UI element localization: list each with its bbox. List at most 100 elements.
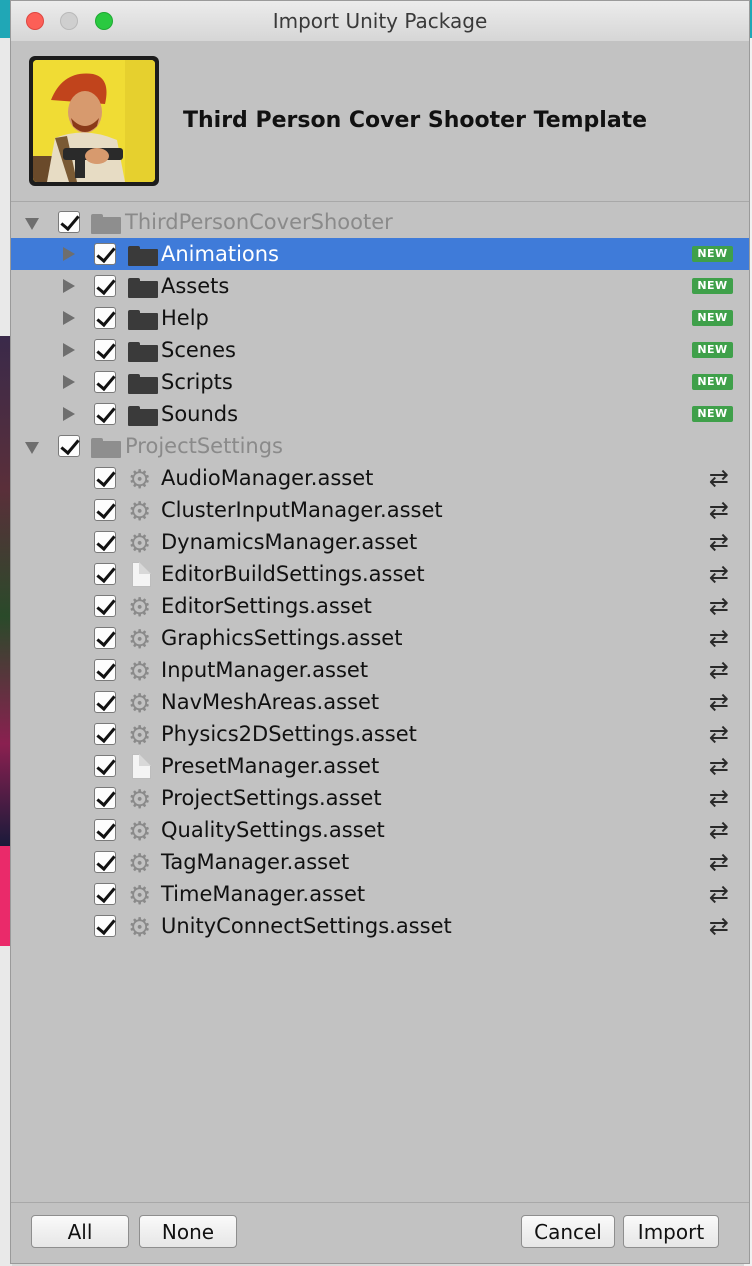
tree-item-unityconnectsettings[interactable]: ⚙ UnityConnectSettings.asset ⇄: [11, 910, 749, 942]
item-label: InputManager.asset: [161, 658, 369, 682]
tree-item-scripts[interactable]: Scripts NEW: [11, 366, 749, 398]
item-checkbox[interactable]: [94, 371, 116, 393]
tree-item-timemanager[interactable]: ⚙ TimeManager.asset ⇄: [11, 878, 749, 910]
tree-root-thirdpersoncovershooter[interactable]: ThirdPersonCoverShooter: [11, 206, 749, 238]
select-all-button[interactable]: All: [31, 1215, 129, 1248]
settings-gear-icon: ⚙: [128, 849, 152, 879]
import-package-dialog: Import Unity Package Third Person Cover …: [10, 0, 750, 1264]
item-label: Sounds: [161, 402, 239, 426]
item-checkbox[interactable]: [94, 595, 116, 617]
tree-item-help[interactable]: Help NEW: [11, 302, 749, 334]
folder-icon: [91, 214, 121, 234]
settings-gear-icon: ⚙: [128, 625, 152, 655]
item-label: TimeManager.asset: [161, 882, 366, 906]
item-checkbox[interactable]: [94, 563, 116, 585]
tree-item-qualitysettings[interactable]: ⚙ QualitySettings.asset ⇄: [11, 814, 749, 846]
item-checkbox[interactable]: [94, 531, 116, 553]
package-name: Third Person Cover Shooter Template: [183, 108, 648, 133]
tree-item-animations[interactable]: Animations NEW: [11, 238, 749, 270]
item-checkbox[interactable]: [94, 787, 116, 809]
tree-item-navmeshareas[interactable]: ⚙ NavMeshAreas.asset ⇄: [11, 686, 749, 718]
title-bar[interactable]: Import Unity Package: [11, 1, 749, 42]
item-label: EditorBuildSettings.asset: [161, 562, 425, 586]
item-label: GraphicsSettings.asset: [161, 626, 403, 650]
tree-item-physics2dsettings[interactable]: ⚙ Physics2DSettings.asset ⇄: [11, 718, 749, 750]
changed-refresh-icon: ⇄: [708, 880, 729, 908]
folder-icon: [91, 438, 121, 458]
folder-icon: [128, 406, 158, 426]
item-label: AudioManager.asset: [161, 466, 374, 490]
expand-arrow-icon[interactable]: [63, 375, 75, 389]
package-contents-tree[interactable]: ThirdPersonCoverShooter Animations NEW A…: [11, 202, 749, 1202]
folder-icon: [128, 374, 158, 394]
tree-item-projectsettings-asset[interactable]: ⚙ ProjectSettings.asset ⇄: [11, 782, 749, 814]
tree-item-presetmanager[interactable]: PresetManager.asset ⇄: [11, 750, 749, 782]
item-checkbox[interactable]: [94, 723, 116, 745]
changed-refresh-icon: ⇄: [708, 784, 729, 812]
cancel-button[interactable]: Cancel: [521, 1215, 615, 1248]
tree-item-editorbuildsettings[interactable]: EditorBuildSettings.asset ⇄: [11, 558, 749, 590]
tree-item-assets[interactable]: Assets NEW: [11, 270, 749, 302]
window-title: Import Unity Package: [272, 9, 488, 33]
item-checkbox[interactable]: [94, 499, 116, 521]
root-label: ThirdPersonCoverShooter: [125, 210, 393, 234]
changed-refresh-icon: ⇄: [708, 464, 729, 492]
changed-refresh-icon: ⇄: [708, 720, 729, 748]
item-checkbox[interactable]: [94, 755, 116, 777]
tree-item-sounds[interactable]: Sounds NEW: [11, 398, 749, 430]
settings-gear-icon: ⚙: [128, 721, 152, 751]
tree-item-editorsettings[interactable]: ⚙ EditorSettings.asset ⇄: [11, 590, 749, 622]
settings-gear-icon: ⚙: [128, 785, 152, 815]
changed-refresh-icon: ⇄: [708, 656, 729, 684]
expand-arrow-icon[interactable]: [63, 343, 75, 357]
document-icon: [132, 754, 151, 779]
root-label: ProjectSettings: [125, 434, 283, 458]
item-checkbox[interactable]: [94, 691, 116, 713]
tree-item-graphicssettings[interactable]: ⚙ GraphicsSettings.asset ⇄: [11, 622, 749, 654]
item-checkbox[interactable]: [94, 307, 116, 329]
item-checkbox[interactable]: [94, 403, 116, 425]
changed-refresh-icon: ⇄: [708, 912, 729, 940]
tree-item-inputmanager[interactable]: ⚙ InputManager.asset ⇄: [11, 654, 749, 686]
changed-refresh-icon: ⇄: [708, 496, 729, 524]
collapse-arrow-icon[interactable]: [25, 218, 39, 230]
changed-refresh-icon: ⇄: [708, 848, 729, 876]
tree-item-audiomanager[interactable]: ⚙ AudioManager.asset ⇄: [11, 462, 749, 494]
tree-root-projectsettings[interactable]: ProjectSettings: [11, 430, 749, 462]
settings-gear-icon: ⚙: [128, 657, 152, 687]
tree-item-dynamicsmanager[interactable]: ⚙ DynamicsManager.asset ⇄: [11, 526, 749, 558]
root-checkbox[interactable]: [58, 435, 80, 457]
tree-item-clusterinputmanager[interactable]: ⚙ ClusterInputManager.asset ⇄: [11, 494, 749, 526]
item-label: Help: [161, 306, 209, 330]
changed-refresh-icon: ⇄: [708, 592, 729, 620]
changed-refresh-icon: ⇄: [708, 624, 729, 652]
item-checkbox[interactable]: [94, 467, 116, 489]
package-thumbnail: [29, 56, 159, 186]
item-label: Animations: [161, 242, 280, 266]
item-checkbox[interactable]: [94, 819, 116, 841]
expand-arrow-icon[interactable]: [63, 247, 75, 261]
import-button[interactable]: Import: [623, 1215, 719, 1248]
tree-item-scenes[interactable]: Scenes NEW: [11, 334, 749, 366]
new-badge: NEW: [692, 246, 733, 262]
expand-arrow-icon[interactable]: [63, 279, 75, 293]
select-none-button[interactable]: None: [139, 1215, 237, 1248]
dialog-footer: All None Cancel Import: [11, 1202, 749, 1263]
expand-arrow-icon[interactable]: [63, 311, 75, 325]
item-checkbox[interactable]: [94, 851, 116, 873]
item-checkbox[interactable]: [94, 243, 116, 265]
item-checkbox[interactable]: [94, 339, 116, 361]
changed-refresh-icon: ⇄: [708, 688, 729, 716]
item-checkbox[interactable]: [94, 627, 116, 649]
item-checkbox[interactable]: [94, 883, 116, 905]
item-label: UnityConnectSettings.asset: [161, 914, 452, 938]
item-checkbox[interactable]: [94, 659, 116, 681]
folder-icon: [128, 342, 158, 362]
item-checkbox[interactable]: [94, 275, 116, 297]
tree-item-tagmanager[interactable]: ⚙ TagManager.asset ⇄: [11, 846, 749, 878]
collapse-arrow-icon[interactable]: [25, 442, 39, 454]
settings-gear-icon: ⚙: [128, 593, 152, 623]
item-checkbox[interactable]: [94, 915, 116, 937]
root-checkbox[interactable]: [58, 211, 80, 233]
expand-arrow-icon[interactable]: [63, 407, 75, 421]
